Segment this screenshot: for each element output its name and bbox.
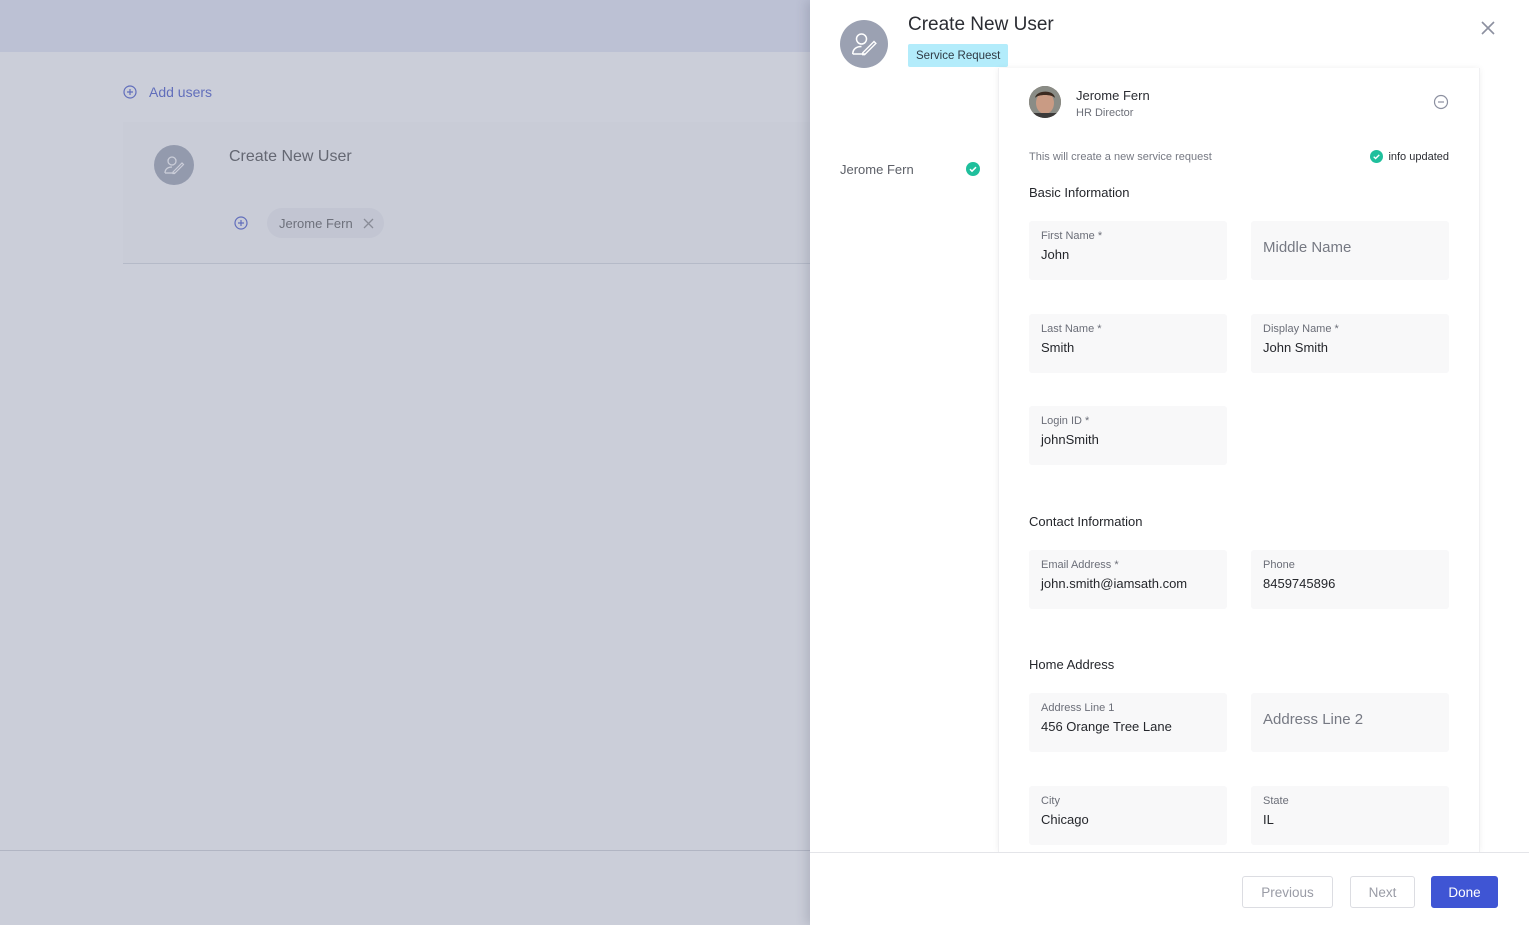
request-note: This will create a new service request [1029,151,1212,163]
last-name-field[interactable]: Last Name * Smith [1029,314,1227,373]
address-line-1-field[interactable]: Address Line 1 456 Orange Tree Lane [1029,693,1227,752]
user-edit-icon [840,20,888,68]
check-circle-icon [966,162,980,176]
section-contact-information: Contact Information [1029,514,1143,529]
address-line-2-field[interactable]: Address Line 2 [1251,693,1449,752]
done-button[interactable]: Done [1431,876,1498,908]
field-label: Login ID * [1041,415,1090,427]
field-value: John Smith [1263,340,1329,355]
field-label: Phone [1263,559,1295,571]
drawer-footer: Previous Next Done [810,852,1529,925]
step-item[interactable]: Jerome Fern [840,158,980,180]
field-label: Email Address * [1041,559,1119,571]
previous-button[interactable]: Previous [1242,876,1333,908]
step-label: Jerome Fern [840,161,914,177]
info-updated-status: info updated [1370,150,1449,163]
state-field[interactable]: State IL [1251,786,1449,845]
field-label: Last Name * [1041,323,1102,335]
user-avatar [1029,86,1061,118]
close-icon [1481,21,1495,35]
field-placeholder: Address Line 2 [1263,711,1364,728]
minus-circle-icon [1433,94,1449,110]
section-basic-information: Basic Information [1029,185,1130,200]
field-value: 8459745896 [1263,576,1336,591]
status-text: info updated [1388,150,1449,163]
field-value: johnSmith [1041,432,1099,447]
city-field[interactable]: City Chicago [1029,786,1227,845]
section-home-address: Home Address [1029,657,1115,672]
field-placeholder: Middle Name [1263,239,1352,256]
login-id-field[interactable]: Login ID * johnSmith [1029,406,1227,465]
field-value: IL [1263,812,1274,827]
middle-name-field[interactable]: Middle Name [1251,221,1449,280]
phone-field[interactable]: Phone 8459745896 [1251,550,1449,609]
user-form: Jerome Fern HR Director This will create… [998,68,1480,852]
field-value: Chicago [1041,812,1089,827]
steps-list: Jerome Fern [840,158,980,180]
drawer-title: Create New User [908,14,1054,35]
field-value: John [1041,247,1070,262]
field-label: City [1041,795,1060,807]
user-name: Jerome Fern [1076,88,1150,103]
remove-user-button[interactable] [1433,94,1449,110]
display-name-field[interactable]: Display Name * John Smith [1251,314,1449,373]
field-value: 456 Orange Tree Lane [1041,719,1172,734]
email-field[interactable]: Email Address * john.smith@iamsath.com [1029,550,1227,609]
field-label: First Name * [1041,230,1103,242]
check-circle-icon [1370,150,1384,163]
field-value: john.smith@iamsath.com [1041,576,1188,591]
service-request-badge: Service Request [908,44,1009,67]
field-label: State [1263,795,1289,807]
field-label: Display Name * [1263,323,1339,335]
field-value: Smith [1041,340,1075,355]
create-user-drawer: Create New User Service Request Jerome F… [810,0,1529,925]
close-button[interactable] [1478,18,1498,38]
selected-user: Jerome Fern HR Director [1029,86,1449,126]
field-label: Address Line 1 [1041,702,1115,714]
next-button[interactable]: Next [1350,876,1415,908]
first-name-field[interactable]: First Name * John [1029,221,1227,280]
user-role: HR Director [1076,107,1134,119]
